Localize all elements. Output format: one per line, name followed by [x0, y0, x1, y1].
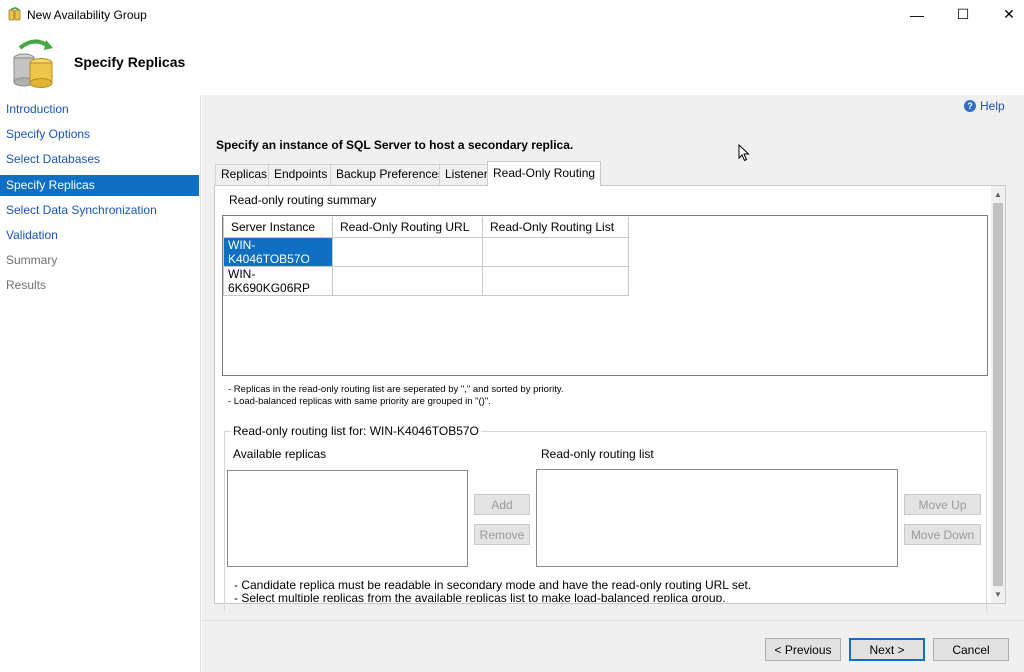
maximize-button[interactable]: ☐	[940, 0, 986, 29]
column-header-routing-url[interactable]: Read-Only Routing URL	[332, 217, 483, 238]
routing-list-cell[interactable]	[482, 265, 629, 296]
scroll-up-icon[interactable]: ▲	[991, 187, 1005, 201]
page-title: Specify Replicas	[74, 54, 186, 70]
routing-note-line: - Replicas in the read-only routing list…	[228, 384, 564, 395]
table-row[interactable]: WIN-K4046TOB57O	[223, 236, 629, 267]
database-refresh-icon	[13, 39, 53, 88]
previous-button[interactable]: < Previous	[765, 638, 841, 661]
routing-list-cell[interactable]	[482, 236, 629, 267]
tab-read-only-routing[interactable]: Read-Only Routing	[487, 161, 602, 186]
move-up-button[interactable]: Move Up	[904, 494, 981, 515]
routing-list-label: Read-only routing list	[541, 447, 654, 461]
available-replicas-label: Available replicas	[233, 447, 327, 461]
column-header-server-instance[interactable]: Server Instance	[223, 217, 333, 238]
routing-list-caption: Read-only routing list for: WIN-K4046TOB…	[231, 424, 481, 438]
move-down-button[interactable]: Move Down	[904, 524, 981, 545]
tab-backup-preferences[interactable]: Backup Preferences	[330, 164, 451, 185]
tab-endpoints[interactable]: Endpoints	[268, 164, 334, 185]
routing-notes: - Replicas in the read-only routing list…	[228, 384, 564, 408]
scroll-down-icon[interactable]: ▼	[991, 587, 1005, 601]
tab-replicas[interactable]: Replicas	[215, 164, 274, 185]
wizard-sidebar: Introduction Specify Options Select Data…	[0, 95, 201, 672]
close-button[interactable]: ✕	[986, 0, 1024, 29]
server-instance-cell[interactable]: WIN-6K690KG06RP	[223, 265, 333, 296]
title-bar: New Availability Group — ☐ ✕	[0, 0, 1024, 29]
help-link[interactable]: ? Help	[964, 99, 1005, 113]
help-icon: ?	[964, 100, 976, 112]
sidebar-item-introduction[interactable]: Introduction	[0, 99, 199, 120]
sidebar-item-summary: Summary	[6, 253, 58, 267]
footer-divider	[202, 620, 1024, 621]
sidebar-item-specify-options[interactable]: Specify Options	[0, 124, 199, 145]
wizard-header: Specify Replicas	[0, 29, 1024, 95]
remove-button[interactable]: Remove	[474, 524, 530, 545]
next-button[interactable]: Next >	[849, 638, 925, 661]
minimize-button[interactable]: —	[894, 0, 940, 29]
add-button[interactable]: Add	[474, 494, 530, 515]
panel-scrollbar[interactable]: ▲ ▼	[991, 186, 1005, 603]
sidebar-item-validation[interactable]: Validation	[0, 225, 199, 246]
routing-list-notes: - Candidate replica must be readable in …	[234, 579, 984, 602]
column-header-routing-list[interactable]: Read-Only Routing List	[482, 217, 629, 238]
mouse-cursor-icon	[738, 144, 750, 162]
routing-list-note-line: - Select multiple replicas from the avai…	[234, 591, 726, 603]
routing-summary-label: Read-only routing summary	[229, 193, 377, 207]
routing-list-listbox[interactable]	[536, 469, 898, 567]
sidebar-item-results: Results	[6, 278, 47, 292]
app-icon	[8, 7, 21, 21]
routing-url-cell[interactable]	[332, 236, 483, 267]
help-label: Help	[980, 99, 1005, 113]
instruction-text: Specify an instance of SQL Server to hos…	[216, 138, 574, 152]
routing-note-line: - Load-balanced replicas with same prior…	[228, 396, 491, 407]
scrollbar-thumb[interactable]	[993, 203, 1003, 586]
routing-summary-table: Server Instance Read-Only Routing URL Re…	[223, 217, 629, 296]
sidebar-item-specify-replicas[interactable]: Specify Replicas	[0, 175, 199, 196]
sidebar-item-select-data-synchronization[interactable]: Select Data Synchronization	[0, 200, 199, 221]
table-row[interactable]: WIN-6K690KG06RP	[223, 265, 629, 296]
available-replicas-listbox[interactable]	[227, 470, 468, 567]
server-instance-cell[interactable]: WIN-K4046TOB57O	[223, 236, 333, 267]
window-title: New Availability Group	[27, 8, 147, 22]
sidebar-item-select-databases[interactable]: Select Databases	[0, 149, 199, 170]
routing-url-cell[interactable]	[332, 265, 483, 296]
tab-listener[interactable]: Listener	[439, 164, 494, 185]
cancel-button[interactable]: Cancel	[933, 638, 1009, 661]
